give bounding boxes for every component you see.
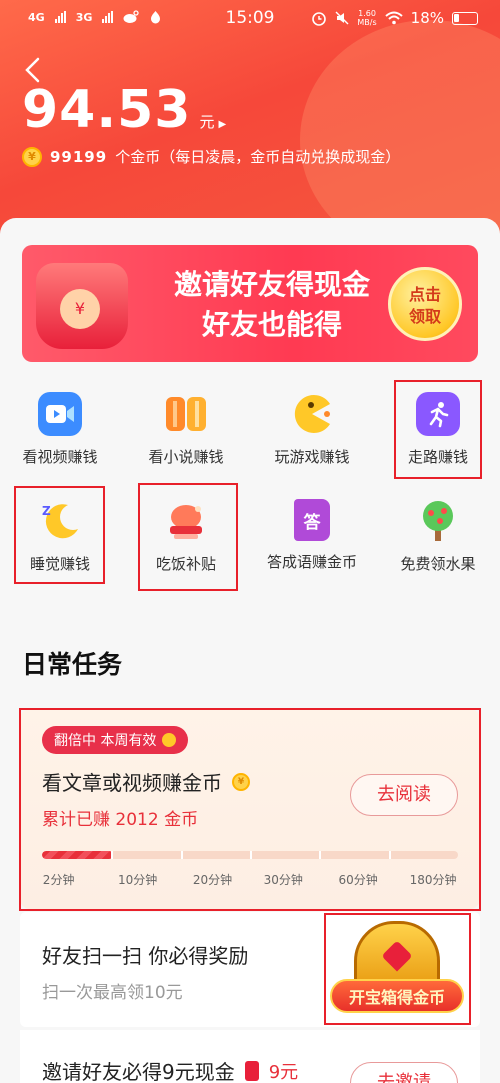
feature-label: 答成语赚金币 xyxy=(266,553,357,571)
mute-icon xyxy=(335,11,349,25)
invite-banner[interactable]: ¥ 邀请好友得现金 好友也能得 点击 领取 xyxy=(22,245,478,362)
daily-tasks-title: 日常任务 xyxy=(22,650,123,679)
feature-label: 看小说赚钱 xyxy=(148,448,224,466)
go-invite-button[interactable]: 去邀请 xyxy=(350,1062,458,1083)
claim-button[interactable]: 点击 领取 xyxy=(388,267,462,341)
feature-read-novel[interactable]: 看小说赚钱 xyxy=(126,392,246,467)
task-title: 好友扫一扫 你必得奖励 xyxy=(42,944,249,968)
feature-free-fruit[interactable]: 免费领水果 xyxy=(378,499,498,574)
highlight-box-sleep xyxy=(14,486,105,584)
alarm-icon xyxy=(312,12,327,26)
highlight-box-meal xyxy=(138,483,238,591)
pacman-game-icon xyxy=(290,392,334,436)
task-invite-friends[interactable]: 邀请好友必得9元现金 9元 去邀请 xyxy=(20,1030,480,1083)
fruit-tree-icon xyxy=(416,499,460,543)
claim-button-line2: 领取 xyxy=(408,307,441,326)
coin-summary: ¥ 99199 个金币（每日凌晨，金币自动兑换成现金） xyxy=(22,146,400,167)
status-bar: 4G 3G 15:09 1.60 MB/s 18% xyxy=(0,0,500,38)
balance-unit: 元 xyxy=(199,113,215,131)
balance-display[interactable]: 94.53 元 ▶ xyxy=(22,80,226,140)
video-camera-icon xyxy=(38,392,82,436)
banner-line1: 邀请好友得现金 xyxy=(173,268,370,301)
feature-label: 免费领水果 xyxy=(400,555,476,573)
task-subtitle: 扫一次最高领10元 xyxy=(42,983,183,1003)
feature-play-game[interactable]: 玩游戏赚钱 xyxy=(252,392,372,467)
banner-line2: 好友也能得 xyxy=(201,308,342,341)
red-envelope-icon xyxy=(244,1060,259,1081)
feature-label: 看视频赚钱 xyxy=(22,448,98,466)
caret-right-icon: ▶ xyxy=(218,119,227,130)
coin-count: 99199 xyxy=(50,147,108,166)
feature-label: 玩游戏赚钱 xyxy=(274,448,350,466)
claim-button-line1: 点击 xyxy=(408,285,441,304)
highlight-box-walk xyxy=(394,380,482,479)
coin-note: 个金币（每日凌晨，金币自动兑换成现金） xyxy=(115,148,401,166)
highlight-box-chest xyxy=(324,913,471,1025)
book-icon xyxy=(164,392,208,436)
reward-amount: 9元 xyxy=(268,1061,299,1083)
feature-idiom-quiz[interactable]: 答 答成语赚金币 xyxy=(252,499,372,573)
wifi-icon xyxy=(384,11,403,25)
balance-amount: 94.53 xyxy=(22,80,192,140)
highlight-box-task1 xyxy=(19,708,481,911)
red-envelope-icon: ¥ xyxy=(36,263,128,349)
idiom-book-icon: 答 xyxy=(294,499,330,541)
battery-percent: 18% xyxy=(410,9,444,27)
feature-watch-video[interactable]: 看视频赚钱 xyxy=(0,392,120,467)
network-speed: 1.60 MB/s xyxy=(357,9,377,27)
task-title-text: 邀请好友必得9元现金 xyxy=(42,1060,235,1083)
task-title: 邀请好友必得9元现金 9元 xyxy=(42,1056,298,1083)
battery-icon xyxy=(452,11,478,25)
coin-icon: ¥ xyxy=(22,146,42,167)
